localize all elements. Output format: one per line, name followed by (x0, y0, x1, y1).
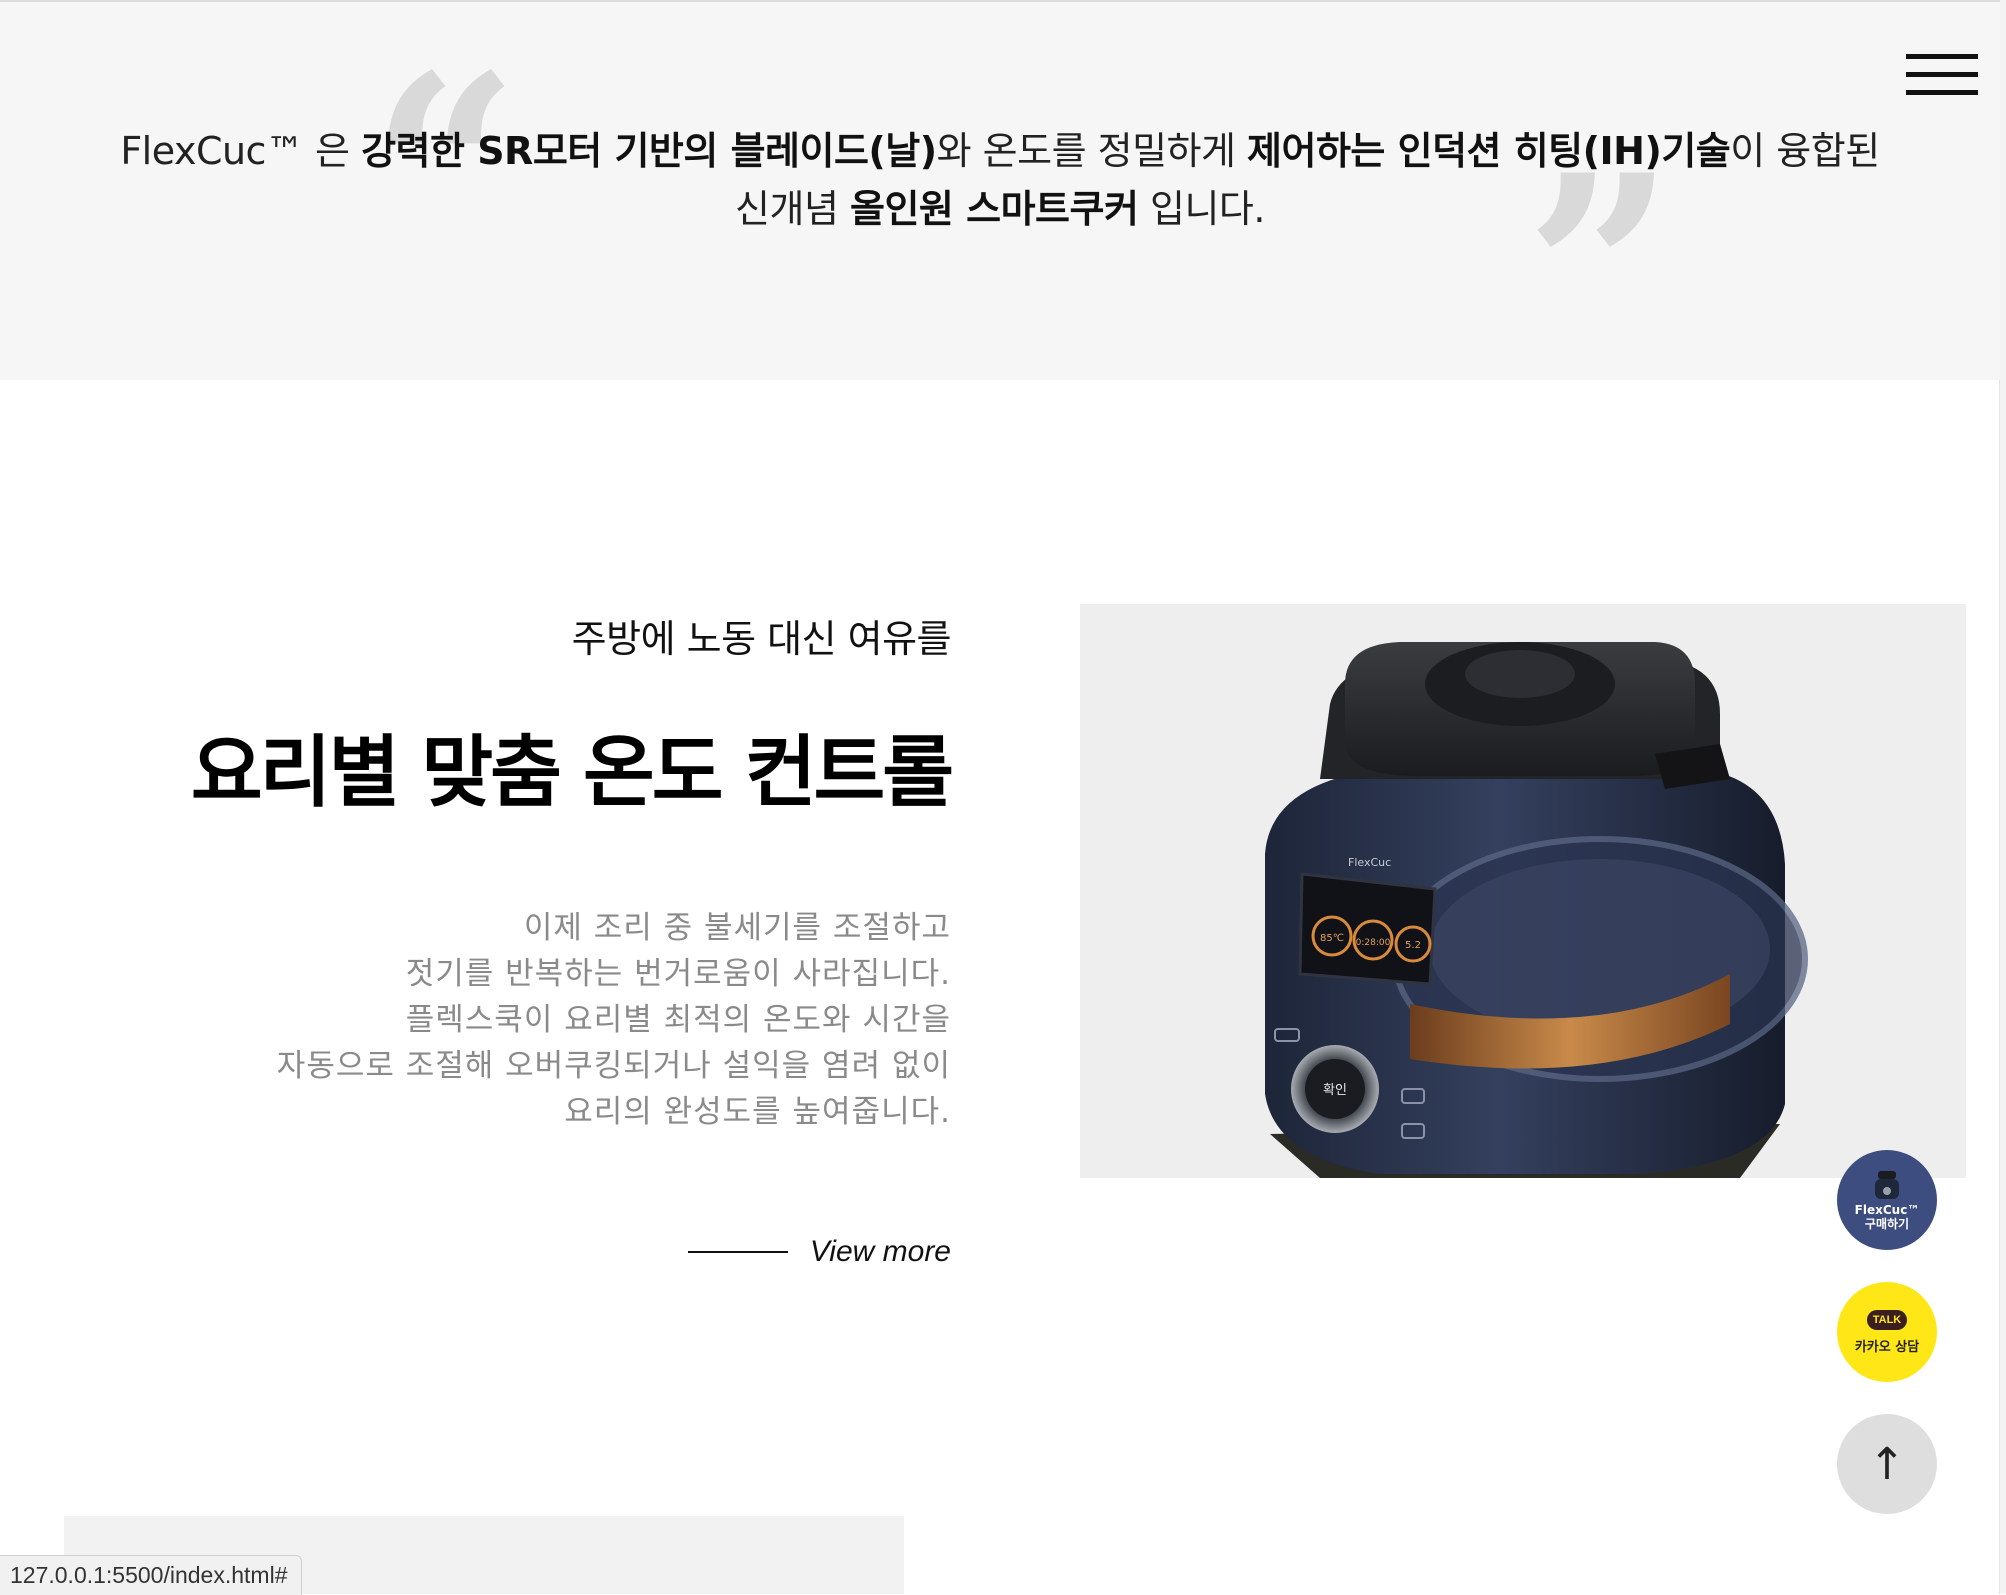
view-more-link[interactable]: View more (687, 1235, 951, 1269)
menu-bar (1906, 54, 1978, 59)
view-more-line (687, 1251, 788, 1253)
status-bar-url: 127.0.0.1:5500/index.html# (0, 1555, 303, 1595)
scroll-to-top-button[interactable]: ↑ (1837, 1414, 1937, 1514)
description-line: 플렉스쿡이 요리별 최적의 온도와 시간을 (405, 1002, 951, 1038)
arrow-up-icon: ↑ (1868, 1438, 1906, 1490)
product-image: 85℃ 0:28:00 5.2 FlexCuc 확인 (1080, 604, 1966, 1178)
hamburger-menu-icon[interactable] (1906, 52, 1978, 98)
feature-title: 요리별 맞춤 온도 컨트롤 (190, 728, 954, 818)
cooker-brand-label: FlexCuc (1348, 856, 1391, 869)
menu-bar (1906, 90, 1978, 95)
intro-text: FlexCuc™ 은 강력한 SR모터 기반의 블레이드(날)와 온도를 정밀하… (120, 122, 1880, 238)
display-level: 5.2 (1405, 940, 1421, 951)
description-line: 이제 조리 중 불세기를 조절하고 (523, 910, 951, 946)
buy-button-label-line1: FlexCuc™ (1854, 1203, 1920, 1217)
menu-bar (1906, 72, 1978, 77)
intro-run: 와 온도를 정밀하게 (936, 129, 1248, 173)
feature-description: 이제 조리 중 불세기를 조절하고 젓기를 반복하는 번거로움이 사라집니다. … (51, 905, 951, 1135)
view-more-label: View more (809, 1235, 951, 1268)
description-line: 젓기를 반복하는 번거로움이 사라집니다. (405, 956, 951, 992)
display-temp: 85℃ (1320, 933, 1344, 944)
kakao-talk-icon: TALK (1866, 1309, 1908, 1330)
intro-quote-section: “ ” FlexCuc™ 은 강력한 SR모터 기반의 블레이드(날)와 온도를… (0, 0, 2000, 402)
intro-run: FlexCuc™ 은 (120, 129, 362, 173)
intro-emphasis: 올인원 스마트쿠커 (850, 187, 1139, 231)
intro-run: 입니다. (1138, 187, 1265, 231)
kakao-consult-button[interactable]: TALK 카카오 상담 (1837, 1282, 1937, 1382)
description-line: 자동으로 조절해 오버쿠킹되거나 설익을 염려 없이 (276, 1048, 951, 1084)
buy-flexcuc-button[interactable]: FlexCuc™ 구매하기 (1837, 1150, 1937, 1250)
display-time: 0:28:00 (1356, 938, 1391, 948)
kakao-consult-label: 카카오 상담 (1854, 1339, 1920, 1355)
buy-button-label-line2: 구매하기 (1864, 1217, 1910, 1231)
cooker-thumbnail-icon (1875, 1171, 1899, 1199)
knob-label: 확인 (1323, 1083, 1347, 1098)
intro-emphasis: 강력한 SR모터 기반의 블레이드(날) (361, 129, 937, 173)
feature-subtitle: 주방에 노동 대신 여유를 (571, 617, 952, 661)
scrollbar[interactable] (1999, 0, 2006, 1594)
lid-valve (1465, 650, 1575, 698)
smart-cooker-illustration: 85℃ 0:28:00 5.2 FlexCuc 확인 (1265, 642, 1808, 1178)
description-line: 요리의 완성도를 높여줍니다. (564, 1094, 951, 1130)
display-panel (1298, 872, 1437, 986)
intro-emphasis: 제어하는 인덕션 히팅(IH)기술 (1247, 129, 1731, 173)
